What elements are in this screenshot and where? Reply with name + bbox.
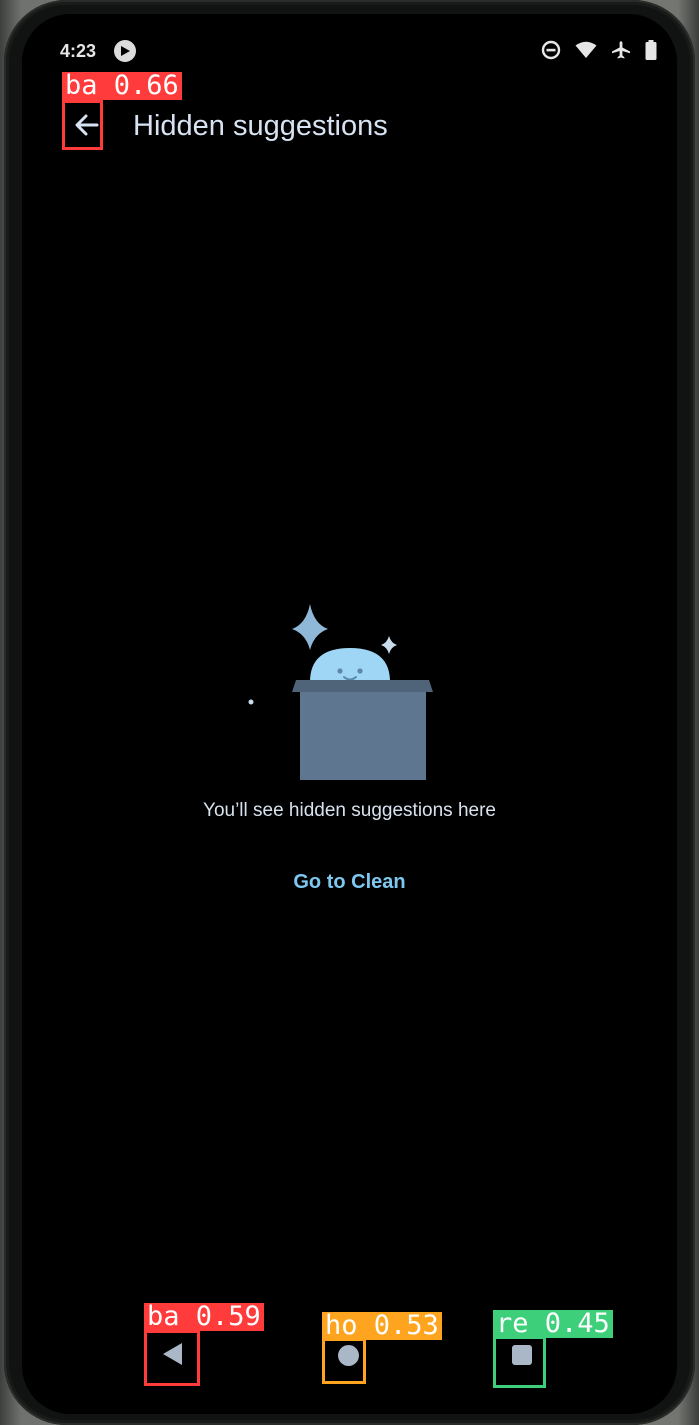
box-body <box>300 692 426 780</box>
box-lid <box>292 680 433 692</box>
sparkle-small-icon <box>381 636 397 654</box>
wifi-icon <box>575 41 597 58</box>
status-icons <box>541 40 657 60</box>
device-screen: 4:23 Hidden suggestions You’ll see hidde… <box>22 14 677 1414</box>
detection-label-back-nav: ba 0.59 <box>144 1303 264 1331</box>
go-to-clean-button[interactable]: Go to Clean <box>22 871 677 894</box>
detection-box-recents-nav <box>493 1336 546 1388</box>
phone-frame: 4:23 Hidden suggestions You’ll see hidde… <box>4 0 695 1425</box>
media-notification-icon <box>114 40 136 62</box>
dnd-icon <box>541 40 561 60</box>
detection-box-back-top <box>62 100 103 150</box>
airplane-mode-icon <box>612 41 630 59</box>
sparkle-large-icon <box>292 604 328 650</box>
sparkle-dot <box>248 699 254 705</box>
photo-background: 4:23 Hidden suggestions You’ll see hidde… <box>0 0 699 1425</box>
page-title: Hidden suggestions <box>133 110 388 142</box>
empty-state-message: You’ll see hidden suggestions here <box>203 800 496 821</box>
battery-icon <box>645 40 657 60</box>
box-with-character-illustration <box>248 604 433 780</box>
detection-label-back-top: ba 0.66 <box>62 72 182 100</box>
status-time: 4:23 <box>60 41 97 61</box>
character-head <box>310 648 390 682</box>
detection-box-back-nav <box>144 1330 200 1386</box>
detection-box-home-nav <box>322 1338 366 1384</box>
detection-label-recents-nav: re 0.45 <box>493 1310 613 1338</box>
detection-label-home-nav: ho 0.53 <box>322 1312 442 1340</box>
